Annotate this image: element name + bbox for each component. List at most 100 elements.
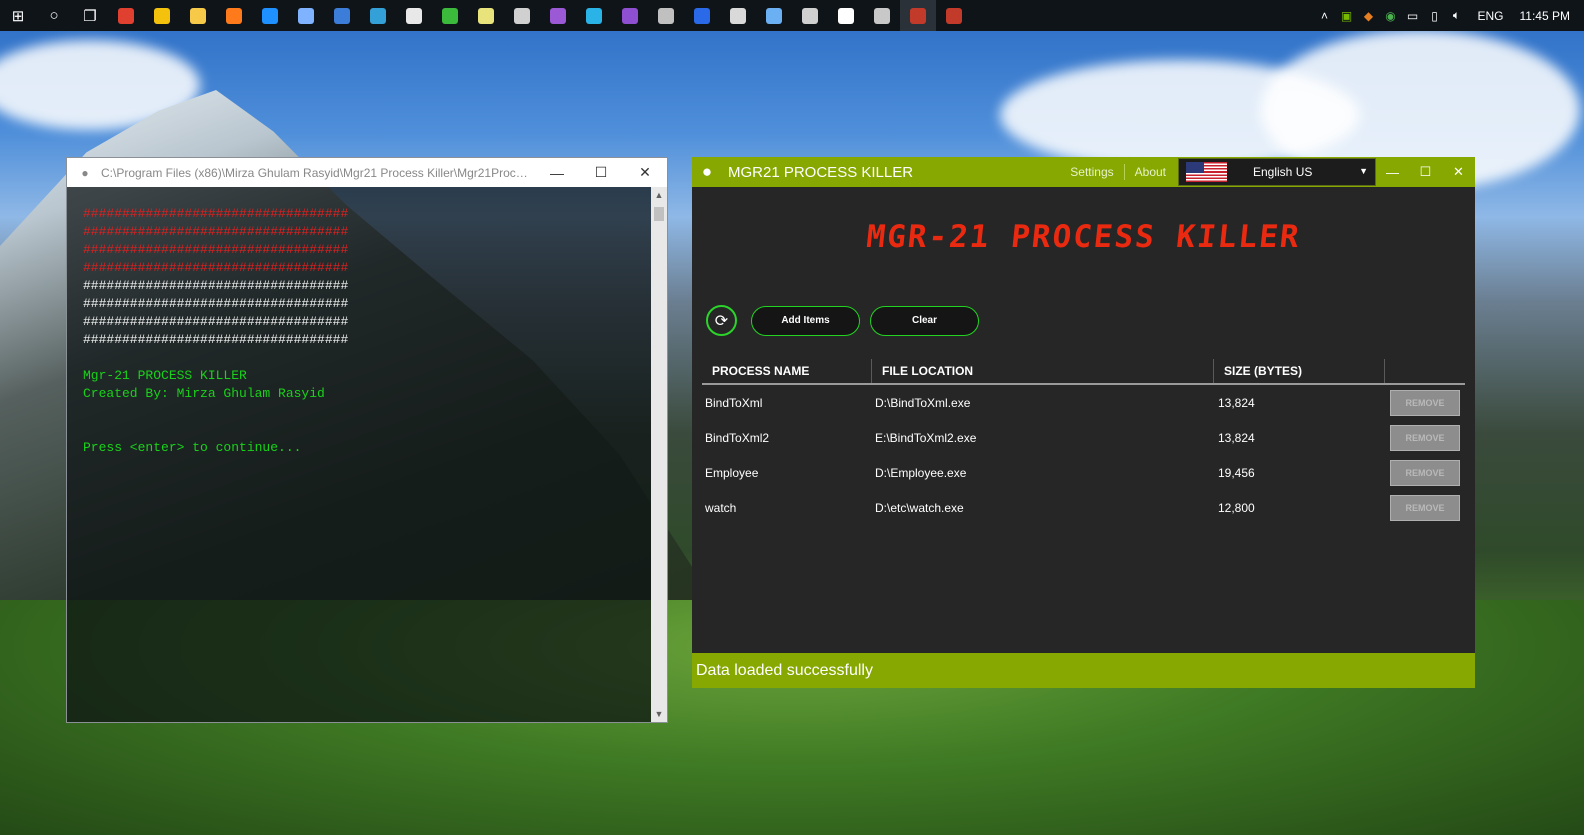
process-killer-icon: ● [81, 165, 89, 180]
app-pen[interactable] [792, 0, 828, 31]
start-button[interactable]: ⊞ [0, 0, 36, 31]
remove-button[interactable]: REMOVE [1390, 459, 1460, 486]
windows-logo-icon: ⊞ [11, 7, 25, 25]
table-row[interactable]: BindToXml D:\BindToXml.exe 13,824 REMOVE [702, 385, 1465, 420]
column-header-size[interactable]: SIZE (BYTES) [1214, 359, 1385, 383]
us-flag-icon [1186, 162, 1227, 182]
table-row[interactable]: Employee D:\Employee.exe 19,456 REMOVE [702, 455, 1465, 490]
edge-app[interactable] [252, 0, 288, 31]
remove-button[interactable]: REMOVE [1390, 494, 1460, 521]
remove-button[interactable]: REMOVE [1390, 424, 1460, 451]
edge-app-icon [262, 7, 278, 24]
task-view-button[interactable]: ❐ [72, 0, 108, 31]
process-killer-app-icon [946, 7, 962, 24]
app-database[interactable] [864, 0, 900, 31]
remove-button[interactable]: REMOVE [1390, 389, 1460, 416]
app-window[interactable] [720, 0, 756, 31]
app-title-bar[interactable]: ● MGR21 PROCESS KILLER Settings About En… [692, 157, 1475, 187]
app-disk-icon [658, 7, 674, 24]
maximize-button[interactable]: ☐ [579, 158, 623, 187]
nvidia-icon[interactable]: ▣ [1336, 0, 1358, 31]
cortana-circle-icon: ○ [49, 7, 59, 24]
about-link[interactable]: About [1125, 165, 1176, 179]
ninja-logo-icon: ● [701, 162, 713, 181]
taskbar-pinned-apps [108, 0, 972, 31]
app-character[interactable] [504, 0, 540, 31]
task-view-icon: ❐ [83, 7, 97, 25]
file-explorer-app[interactable] [180, 0, 216, 31]
visual-studio-app[interactable] [540, 0, 576, 31]
file-explorer-app-icon [190, 7, 206, 24]
close-button[interactable]: ✕ [623, 158, 667, 187]
volume-icon[interactable]: 🔈︎ [1446, 0, 1468, 31]
title-links: Settings About English US ▼ — ☐ ✕ [1060, 157, 1475, 187]
cortana-button[interactable]: ○ [36, 0, 72, 31]
chrome-tray-icon[interactable]: ◉ [1380, 0, 1402, 31]
minimize-button[interactable]: — [1376, 157, 1409, 187]
app-database-icon [874, 7, 890, 24]
scroll-down-icon[interactable]: ▼ [651, 706, 667, 722]
store-app[interactable] [396, 0, 432, 31]
grid-body: BindToXml D:\BindToXml.exe 13,824 REMOVE Bin… [702, 385, 1465, 525]
console-output[interactable]: ################################## #####… [67, 187, 651, 722]
minimize-button[interactable]: — [535, 158, 579, 187]
banner-white-row: ################################## [83, 278, 349, 293]
utorrent-app[interactable] [432, 0, 468, 31]
console-scrollbar[interactable]: ▲ ▼ [651, 187, 667, 722]
language-select[interactable]: English US ▼ [1178, 158, 1376, 186]
visual-studio-2-app[interactable] [612, 0, 648, 31]
camera-app-icon [838, 7, 854, 24]
process-name-cell: BindToXml2 [705, 430, 770, 445]
notepad-app-icon [478, 7, 494, 24]
app-disk[interactable] [648, 0, 684, 31]
app-blue-square[interactable] [324, 0, 360, 31]
chevron-up-icon[interactable]: ˄ [1314, 0, 1336, 31]
settings-link[interactable]: Settings [1060, 165, 1123, 179]
console-title-text: C:\Program Files (x86)\Mirza Ghulam Rasy… [101, 165, 535, 180]
xamarin-app[interactable] [360, 0, 396, 31]
process-killer-app[interactable] [936, 0, 972, 31]
network-signal-icon[interactable]: ▯ [1424, 0, 1446, 31]
scroll-thumb[interactable] [654, 207, 664, 221]
camera-app[interactable] [828, 0, 864, 31]
process-name-cell: BindToXml [705, 395, 763, 410]
app-blue-square-icon [334, 7, 350, 24]
clear-button[interactable]: Clear [870, 305, 979, 336]
app-cyan[interactable] [576, 0, 612, 31]
firefox-app[interactable] [216, 0, 252, 31]
app-monitor-icon [766, 7, 782, 24]
clock[interactable]: 11:45 PM [1514, 9, 1584, 23]
app-box-icon [298, 7, 314, 24]
action-cell: REMOVE [1385, 389, 1465, 416]
scroll-up-icon[interactable]: ▲ [651, 187, 667, 203]
system-tray: ˄ ▣ ◆ ◉ ▭ ▯ 🔈︎ ENG 11:45 PM [1314, 0, 1584, 31]
process-grid: PROCESS NAME FILE LOCATION SIZE (BYTES) … [702, 359, 1465, 525]
app-pen-icon [802, 7, 818, 24]
xamarin-app-icon [370, 7, 386, 24]
maximize-button[interactable]: ☐ [1409, 157, 1442, 187]
file-location-cell: E:\BindToXml2.exe [875, 430, 977, 445]
column-header-process-name[interactable]: PROCESS NAME [702, 359, 872, 383]
table-row[interactable]: BindToXml2 E:\BindToXml2.exe 13,824 REMOVE [702, 420, 1465, 455]
console-title-bar[interactable]: ● C:\Program Files (x86)\Mirza Ghulam Ra… [67, 158, 667, 187]
app-red[interactable] [108, 0, 144, 31]
app-monitor[interactable] [756, 0, 792, 31]
banner-white-row: ################################## [83, 314, 349, 329]
network-icon[interactable]: ▭ [1402, 0, 1424, 31]
app-tray-icon[interactable]: ◆ [1358, 0, 1380, 31]
process-killer-console-app[interactable] [900, 0, 936, 31]
notepad-app[interactable] [468, 0, 504, 31]
add-items-button[interactable]: Add Items [751, 305, 860, 336]
photoshop-app[interactable] [684, 0, 720, 31]
visual-studio-app-icon [550, 7, 566, 24]
firefox-app-icon [226, 7, 242, 24]
banner-white-row: ################################## [83, 296, 349, 311]
language-indicator[interactable]: ENG [1468, 9, 1514, 23]
table-row[interactable]: watch D:\etc\watch.exe 12,800 REMOVE [702, 490, 1465, 525]
close-button[interactable]: ✕ [1442, 157, 1475, 187]
chrome-app[interactable] [144, 0, 180, 31]
size-cell: 13,824 [1218, 395, 1255, 410]
refresh-button[interactable]: ⟳ [706, 305, 737, 336]
app-box[interactable] [288, 0, 324, 31]
column-header-file-location[interactable]: FILE LOCATION [872, 359, 1214, 383]
